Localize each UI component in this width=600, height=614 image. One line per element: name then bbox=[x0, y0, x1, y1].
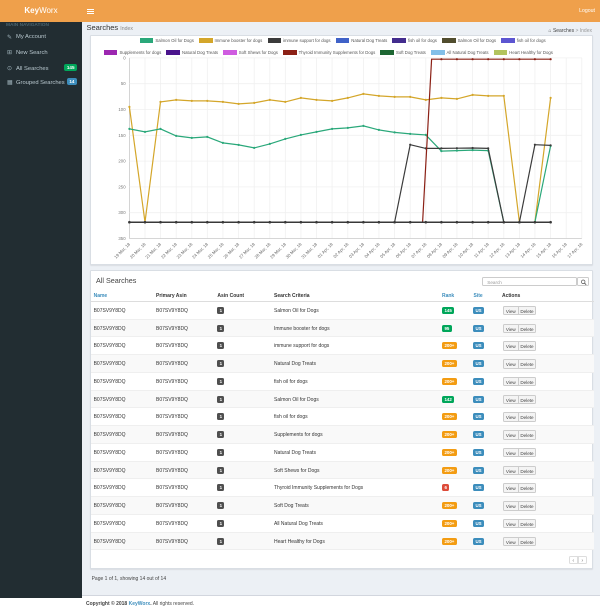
svg-text:12 Apr, 18: 12 Apr, 18 bbox=[489, 241, 507, 259]
svg-text:100: 100 bbox=[119, 107, 127, 112]
svg-text:200: 200 bbox=[119, 159, 127, 164]
svg-text:10 Apr, 18: 10 Apr, 18 bbox=[457, 241, 475, 259]
svg-text:01 Apr, 18: 01 Apr, 18 bbox=[317, 241, 335, 259]
svg-text:31 Mar, 18: 31 Mar, 18 bbox=[301, 241, 319, 259]
svg-text:150: 150 bbox=[119, 133, 127, 138]
svg-text:07 Apr, 18: 07 Apr, 18 bbox=[411, 241, 429, 259]
svg-text:0: 0 bbox=[124, 55, 127, 60]
svg-text:350: 350 bbox=[119, 236, 127, 241]
svg-text:04 Apr, 18: 04 Apr, 18 bbox=[364, 241, 382, 259]
svg-text:02 Apr, 18: 02 Apr, 18 bbox=[333, 241, 351, 259]
svg-text:300: 300 bbox=[119, 210, 127, 215]
svg-text:16 Apr, 18: 16 Apr, 18 bbox=[551, 241, 569, 259]
svg-text:250: 250 bbox=[119, 184, 127, 189]
svg-text:09 Apr, 18: 09 Apr, 18 bbox=[442, 241, 460, 259]
svg-text:17 Apr, 18: 17 Apr, 18 bbox=[567, 241, 585, 259]
svg-text:05 Apr, 18: 05 Apr, 18 bbox=[379, 241, 397, 259]
svg-text:15 Apr, 18: 15 Apr, 18 bbox=[535, 241, 553, 259]
svg-text:50: 50 bbox=[121, 81, 126, 86]
svg-text:06 Apr, 18: 06 Apr, 18 bbox=[395, 241, 413, 259]
svg-text:14 Apr, 18: 14 Apr, 18 bbox=[520, 241, 538, 259]
